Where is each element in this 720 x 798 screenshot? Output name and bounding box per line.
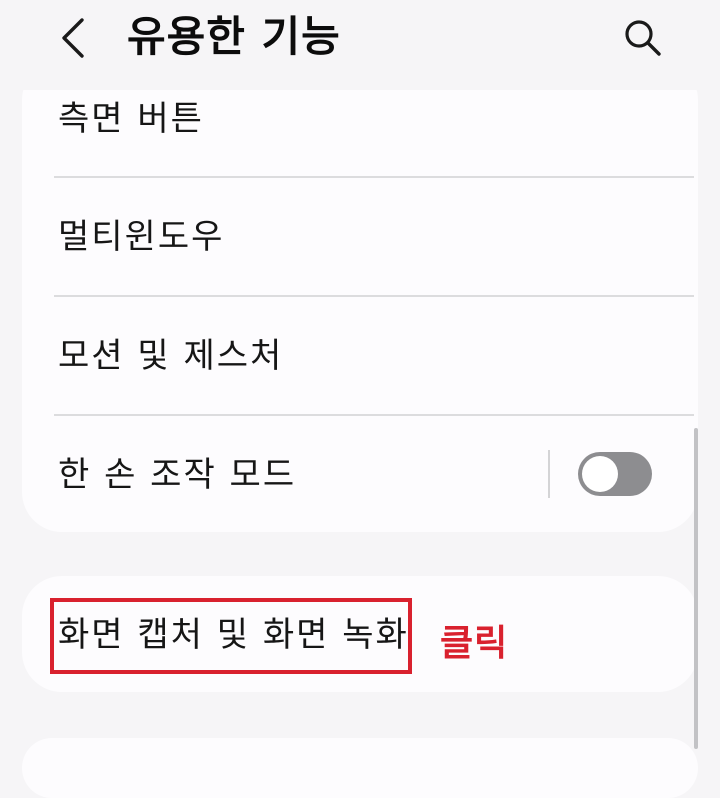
- highlight-box: [50, 598, 412, 674]
- click-annotation-label: 클릭: [440, 623, 509, 664]
- settings-item-multi-window[interactable]: 멀티윈도우: [22, 178, 698, 296]
- settings-item-label: 모션 및 제스처: [58, 336, 284, 376]
- one-handed-mode-toggle[interactable]: [578, 452, 652, 496]
- back-button[interactable]: [48, 10, 98, 66]
- settings-card: 측면 버튼 멀티윈도우 모션 및 제스처 한 손 조작 모드: [22, 60, 698, 532]
- settings-item-label: 멀티윈도우: [58, 217, 225, 257]
- chevron-left-icon: [58, 16, 88, 60]
- toggle-knob: [582, 456, 618, 492]
- next-card: [22, 738, 698, 798]
- settings-item-label: 한 손 조작 모드: [58, 455, 297, 495]
- scrollbar[interactable]: [694, 428, 698, 749]
- settings-item-motions-gestures[interactable]: 모션 및 제스처: [22, 297, 698, 415]
- page-title: 유용한 기능: [127, 12, 341, 61]
- search-button[interactable]: [612, 10, 674, 66]
- toggle-separator: [548, 450, 550, 498]
- app-header: 유용한 기능: [0, 0, 720, 90]
- search-icon: [623, 18, 663, 58]
